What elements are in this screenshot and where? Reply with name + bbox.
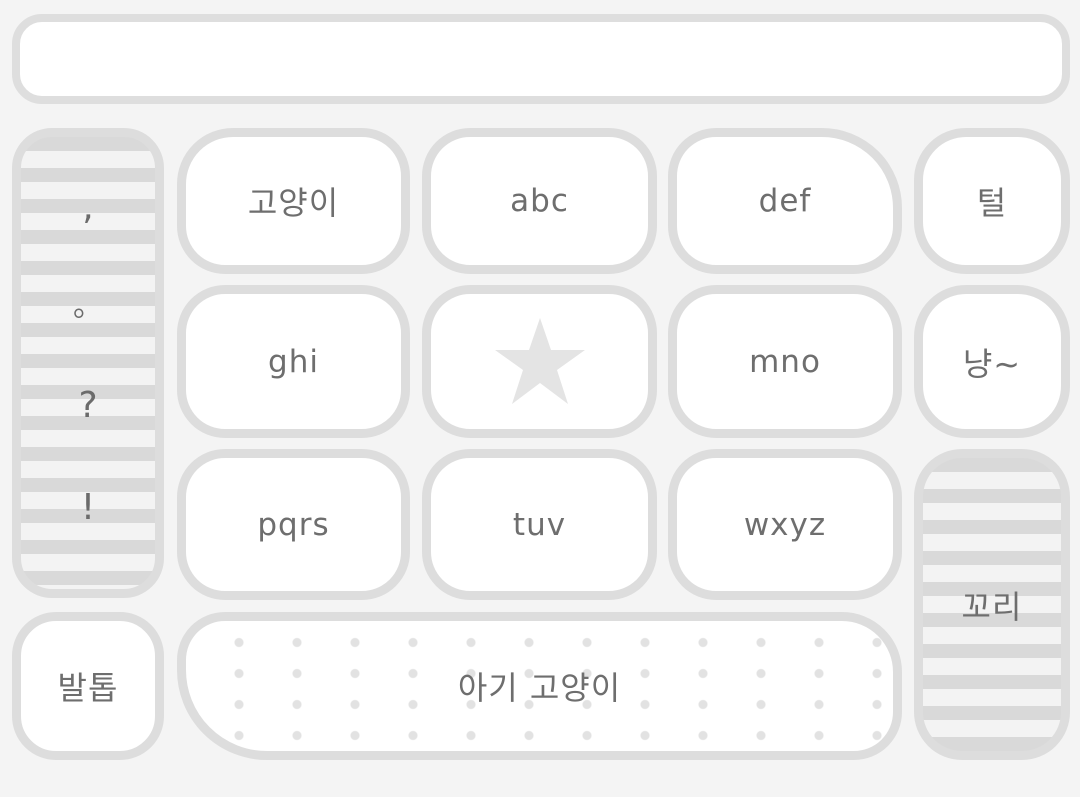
meow-key-label: 냥~ bbox=[962, 344, 1022, 383]
key-2-abc[interactable]: abc bbox=[422, 128, 657, 274]
fur-key-label: 털 bbox=[976, 184, 1008, 222]
meow-key[interactable]: 냥~ bbox=[914, 285, 1070, 438]
key-7-pqrs[interactable]: pqrs bbox=[177, 449, 410, 600]
key-9-label: wxyz bbox=[743, 506, 827, 543]
space-key-label: 아기 고양이 bbox=[457, 669, 622, 707]
space-key[interactable]: 아기 고양이 bbox=[177, 612, 902, 760]
key-2-label: abc bbox=[510, 183, 569, 219]
exclamation-label: ! bbox=[80, 487, 96, 528]
key-7-label: pqrs bbox=[257, 506, 330, 543]
key-1-cat[interactable]: 고양이 bbox=[177, 128, 410, 274]
claw-key-label: 발톱 bbox=[57, 669, 119, 707]
question-label: ? bbox=[78, 385, 98, 426]
fur-key[interactable]: 털 bbox=[914, 128, 1070, 274]
comma-label: , bbox=[82, 187, 94, 228]
key-6-label: mno bbox=[749, 343, 821, 380]
star-icon bbox=[494, 317, 585, 404]
key-4-ghi[interactable]: ghi bbox=[177, 285, 410, 438]
punctuation-key[interactable]: , 。 ? ! bbox=[12, 128, 164, 598]
period-label: 。 bbox=[73, 289, 103, 324]
text-input-bar[interactable] bbox=[12, 14, 1070, 104]
key-6-mno[interactable]: mno bbox=[668, 285, 902, 438]
tail-key-label: 꼬리 bbox=[961, 587, 1023, 626]
tail-key[interactable]: 꼬리 bbox=[914, 449, 1070, 760]
key-9-wxyz[interactable]: wxyz bbox=[668, 449, 902, 600]
key-4-label: ghi bbox=[268, 343, 319, 380]
key-8-label: tuv bbox=[512, 506, 567, 543]
claw-key[interactable]: 발톱 bbox=[12, 612, 164, 760]
key-3-def[interactable]: def bbox=[668, 128, 902, 274]
key-1-label: 고양이 bbox=[247, 184, 340, 222]
key-8-tuv[interactable]: tuv bbox=[422, 449, 657, 600]
key-5-star[interactable] bbox=[422, 285, 657, 438]
key-3-label: def bbox=[758, 183, 812, 219]
